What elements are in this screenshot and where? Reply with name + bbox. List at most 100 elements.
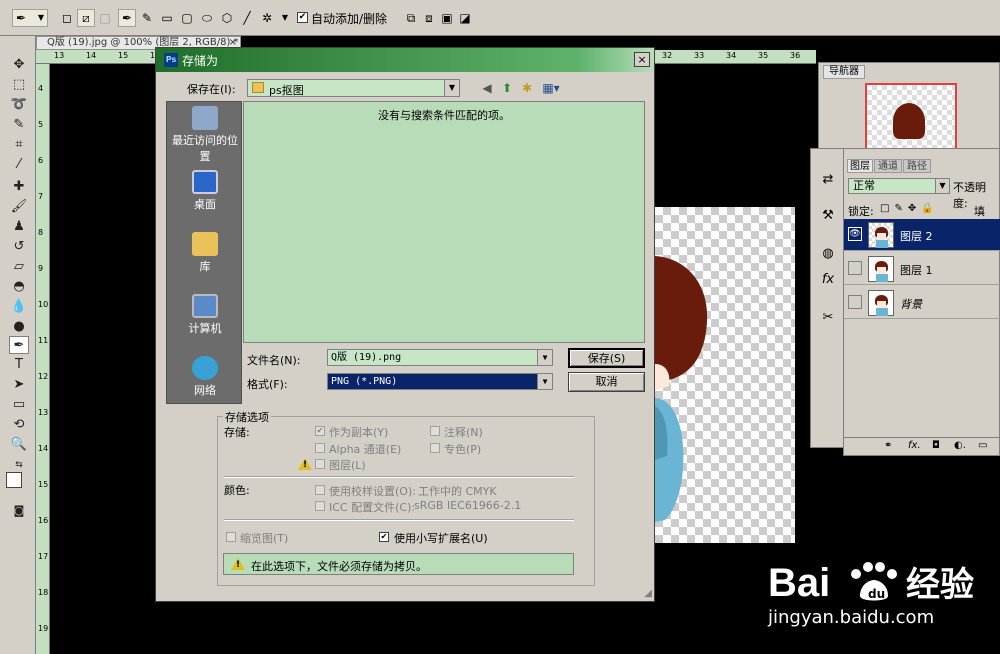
- icc-checkbox[interactable]: [315, 501, 325, 511]
- filename-input[interactable]: Q版 (19).png ▼: [327, 349, 553, 366]
- line-tool-button[interactable]: ╱: [238, 9, 256, 27]
- notes-checkbox[interactable]: [430, 426, 440, 436]
- eyedropper-tool-icon[interactable]: ⁄: [9, 156, 29, 174]
- quick-select-tool-icon[interactable]: ✎: [9, 116, 29, 134]
- layer-row[interactable]: 图层 1: [844, 253, 1000, 285]
- eye-icon[interactable]: 👁: [848, 227, 862, 241]
- thumbnail-checkbox[interactable]: [226, 532, 236, 542]
- save-in-label: 保存在(I):: [187, 83, 236, 96]
- path-exclude-button[interactable]: ◪: [456, 9, 474, 27]
- use-proof-checkbox[interactable]: [315, 485, 325, 495]
- resize-grip-icon[interactable]: ◢: [644, 588, 652, 599]
- place-network[interactable]: 网络: [167, 356, 243, 398]
- as-copy-checkbox[interactable]: ✔: [315, 426, 325, 436]
- dialog-close-button[interactable]: ×: [634, 52, 650, 67]
- marquee-tool-icon[interactable]: ⬚: [9, 76, 29, 94]
- new-group-icon[interactable]: ▭: [978, 440, 987, 451]
- clone-stamp-tool-icon[interactable]: ♟: [9, 218, 29, 236]
- new-folder-icon[interactable]: ✱: [518, 80, 536, 96]
- brush-tool-icon[interactable]: 🖌: [9, 198, 29, 216]
- vertical-ruler: 4 5 6 7 8 9 10 11 12 13 14 15 16 17 18 19: [36, 64, 50, 654]
- history-brush-tool-icon[interactable]: ↺: [9, 238, 29, 256]
- zoom-tool-icon[interactable]: 🔍: [9, 436, 29, 454]
- tools-settings-icon[interactable]: ✂: [819, 309, 837, 327]
- history-icon[interactable]: ⇄: [819, 171, 837, 189]
- add-mask-icon[interactable]: ◘: [932, 440, 940, 451]
- foreground-color-swatch[interactable]: [6, 472, 22, 488]
- spot-checkbox[interactable]: [430, 443, 440, 453]
- auto-add-delete-checkbox[interactable]: ✔: [297, 12, 308, 23]
- file-list[interactable]: 没有与搜索条件匹配的项。: [243, 101, 645, 343]
- link-layers-icon[interactable]: ⚭: [884, 440, 892, 451]
- layer-row[interactable]: 背景: [844, 287, 1000, 319]
- pen-tool-preset-picker[interactable]: ✒ ▼: [12, 9, 48, 27]
- type-tool-icon[interactable]: T: [9, 356, 29, 374]
- path-selection-tool-icon[interactable]: ➤: [9, 376, 29, 394]
- layer-thumbnail: [868, 222, 894, 248]
- ruler-number: 15: [118, 51, 129, 60]
- navigator-thumbnail[interactable]: [865, 83, 957, 155]
- quick-mask-icon[interactable]: ◙: [9, 502, 29, 520]
- back-icon[interactable]: ◀: [478, 80, 496, 96]
- dodge-tool-icon[interactable]: ●: [9, 318, 29, 336]
- paths-button[interactable]: ⧄: [77, 9, 95, 27]
- blur-tool-icon[interactable]: 💧: [9, 298, 29, 316]
- freeform-pen-button[interactable]: ✎: [138, 9, 156, 27]
- libraries-icon: [192, 232, 218, 256]
- polygon-tool-button[interactable]: ⬡: [218, 9, 236, 27]
- tab-layers[interactable]: 图层: [847, 159, 873, 173]
- paint-bucket-tool-icon[interactable]: ◓: [9, 278, 29, 296]
- path-subtract-button[interactable]: ⧈: [420, 9, 438, 27]
- move-tool-icon[interactable]: ✥: [9, 56, 29, 74]
- visibility-box[interactable]: [848, 295, 862, 309]
- custom-shape-button[interactable]: ✲ ▼: [258, 9, 290, 27]
- layers-panel: 图层 通道 路径 正常 ▼ 不透明度: 锁定: □✎✥🔒 填充: 👁 图层 2 …: [843, 148, 1000, 456]
- ruler-number: 33: [694, 51, 705, 60]
- rounded-rectangle-button[interactable]: ▢: [178, 9, 196, 27]
- pen-tool-icon[interactable]: ✒: [9, 336, 29, 354]
- layers-checkbox[interactable]: [315, 459, 325, 469]
- blend-mode-select[interactable]: 正常 ▼: [848, 178, 950, 194]
- place-recent[interactable]: 最近访问的位置: [167, 106, 243, 164]
- alpha-checkbox[interactable]: [315, 443, 325, 453]
- healing-brush-tool-icon[interactable]: ✚: [9, 178, 29, 196]
- styles-icon[interactable]: ◍: [819, 245, 837, 263]
- rectangle-tool-button[interactable]: ▭: [158, 9, 176, 27]
- place-computer[interactable]: 计算机: [167, 294, 243, 336]
- save-button[interactable]: 保存(S): [568, 348, 645, 368]
- path-intersect-button[interactable]: ▣: [438, 9, 456, 27]
- visibility-box[interactable]: [848, 261, 862, 275]
- fx-icon[interactable]: fx: [819, 271, 837, 289]
- 3d-rotate-tool-icon[interactable]: ⟲: [9, 416, 29, 434]
- actions-icon[interactable]: ⚒: [819, 207, 837, 225]
- tab-paths[interactable]: 路径: [903, 159, 931, 173]
- navigator-panel: 导航器: [818, 62, 1000, 155]
- place-desktop[interactable]: 桌面: [167, 170, 243, 212]
- chevron-down-icon: ▼: [935, 179, 949, 193]
- ellipse-tool-button[interactable]: ⬭: [198, 9, 216, 27]
- layer-row[interactable]: 👁 图层 2: [844, 219, 1000, 251]
- shape-tool-icon[interactable]: ▭: [9, 396, 29, 414]
- warning-icon: !: [231, 558, 245, 570]
- lock-icons[interactable]: □✎✥🔒: [880, 203, 939, 214]
- shape-layers-button[interactable]: ◻: [58, 9, 76, 27]
- place-libraries[interactable]: 库: [167, 232, 243, 274]
- navigator-tab[interactable]: 导航器: [823, 65, 865, 79]
- pen-tool-button[interactable]: ✒: [118, 9, 136, 27]
- tab-channels[interactable]: 通道: [874, 159, 902, 173]
- lowercase-ext-checkbox[interactable]: ✔: [379, 532, 389, 542]
- lasso-tool-icon[interactable]: ➰: [9, 96, 29, 114]
- save-in-select[interactable]: ps抠图 ▼: [247, 79, 460, 97]
- auto-add-delete-label: 自动添加/删除: [311, 12, 388, 26]
- fx-icon[interactable]: fx.: [908, 440, 921, 451]
- cancel-button[interactable]: 取消: [568, 372, 645, 392]
- crop-tool-icon[interactable]: ⌗: [9, 136, 29, 154]
- format-select[interactable]: PNG (*.PNG) ▼: [327, 373, 553, 390]
- view-menu-icon[interactable]: ▦▾: [538, 80, 564, 96]
- adjustment-layer-icon[interactable]: ◐.: [954, 440, 966, 451]
- path-add-button[interactable]: ⧉: [402, 9, 420, 27]
- eraser-tool-icon[interactable]: ▱: [9, 258, 29, 276]
- fill-pixels-button[interactable]: □: [96, 9, 114, 27]
- dialog-titlebar[interactable]: Ps 存储为: [156, 48, 654, 72]
- up-folder-icon[interactable]: ⬆: [498, 80, 516, 96]
